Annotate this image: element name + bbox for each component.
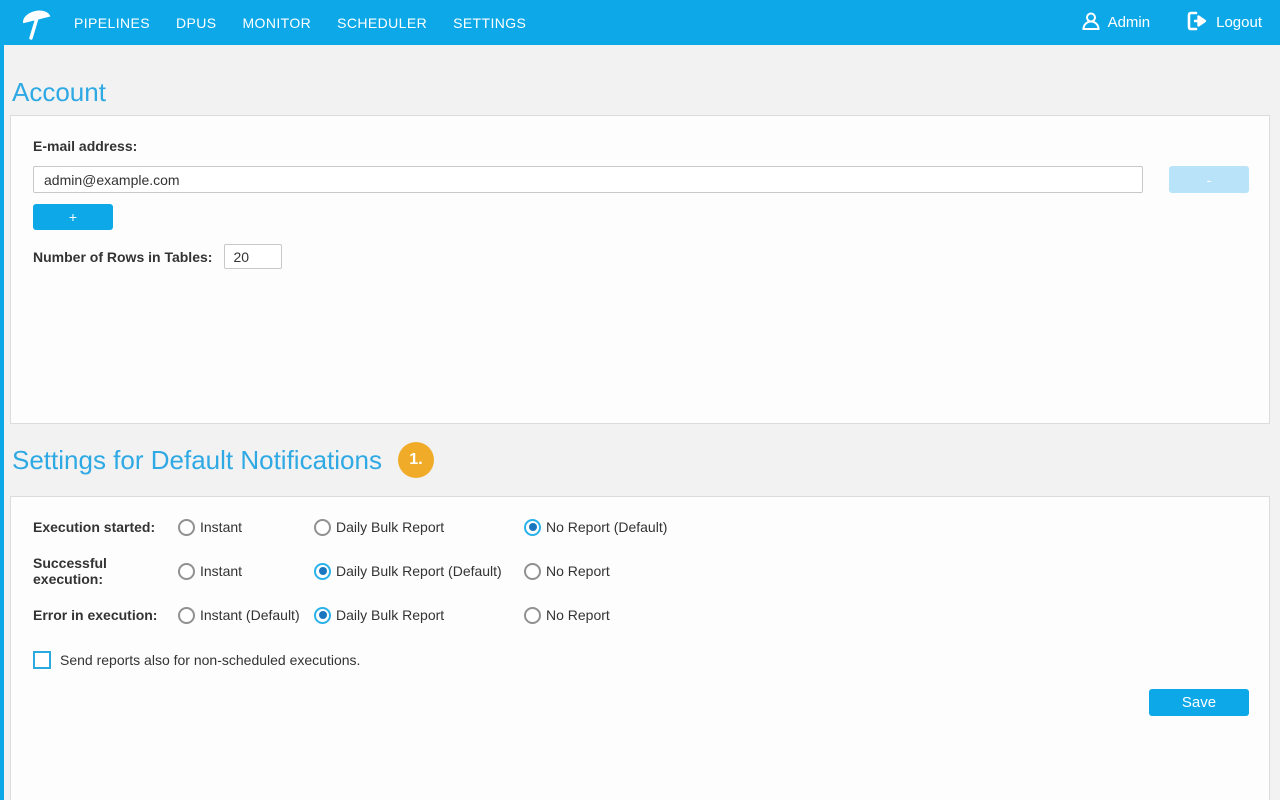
- nav-item-dpus[interactable]: DPUS: [176, 15, 217, 31]
- radio-icon: [178, 563, 195, 580]
- row-label: Successful execution:: [33, 555, 178, 587]
- nav-item-settings[interactable]: SETTINGS: [453, 15, 526, 31]
- rows-in-tables-label: Number of Rows in Tables:: [33, 249, 212, 265]
- logout-icon: [1186, 10, 1210, 36]
- user-icon: [1080, 10, 1102, 36]
- radio-option-instant[interactable]: Instant (Default): [178, 607, 314, 624]
- radio-icon: [314, 607, 331, 624]
- radio-option-daily-bulk[interactable]: Daily Bulk Report (Default): [314, 563, 524, 580]
- notification-row-execution-started: Execution started: Instant Daily Bulk Re…: [33, 517, 1249, 537]
- radio-icon: [524, 519, 541, 536]
- add-email-button[interactable]: +: [33, 204, 113, 230]
- radio-icon: [178, 607, 195, 624]
- step-badge: 1.: [398, 442, 434, 478]
- nav-item-pipelines[interactable]: PIPELINES: [74, 15, 150, 31]
- radio-icon: [314, 519, 331, 536]
- radio-option-daily-bulk[interactable]: Daily Bulk Report: [314, 519, 524, 536]
- radio-option-no-report[interactable]: No Report: [524, 607, 610, 624]
- page-content: Account E-mail address: - + Number of Ro…: [0, 45, 1280, 800]
- email-input[interactable]: [33, 166, 1143, 193]
- radio-icon: [178, 519, 195, 536]
- top-navigation-bar: PIPELINES DPUS MONITOR SCHEDULER SETTING…: [0, 0, 1280, 45]
- checkbox-label: Send reports also for non-scheduled exec…: [60, 652, 360, 668]
- notifications-section-title: Settings for Default Notifications 1.: [12, 438, 1280, 482]
- notification-row-error-in-execution: Error in execution: Instant (Default) Da…: [33, 605, 1249, 625]
- user-menu[interactable]: Admin: [1080, 10, 1151, 36]
- row-label: Error in execution:: [33, 607, 178, 623]
- remove-email-button[interactable]: -: [1169, 166, 1249, 193]
- rows-in-tables-input[interactable]: [224, 244, 282, 269]
- notification-row-successful-execution: Successful execution: Instant Daily Bulk…: [33, 561, 1249, 581]
- logout-button[interactable]: Logout: [1186, 10, 1262, 36]
- radio-option-no-report[interactable]: No Report: [524, 563, 610, 580]
- save-button[interactable]: Save: [1149, 689, 1249, 716]
- radio-icon: [524, 607, 541, 624]
- logout-label: Logout: [1216, 14, 1262, 31]
- notifications-panel: Execution started: Instant Daily Bulk Re…: [10, 496, 1270, 800]
- radio-option-instant[interactable]: Instant: [178, 563, 314, 580]
- row-label: Execution started:: [33, 519, 178, 535]
- user-label: Admin: [1108, 14, 1151, 31]
- radio-icon: [314, 563, 331, 580]
- notifications-title-text: Settings for Default Notifications: [12, 445, 382, 476]
- checkbox-icon[interactable]: [33, 651, 51, 669]
- nav-item-scheduler[interactable]: SCHEDULER: [337, 15, 427, 31]
- radio-icon: [524, 563, 541, 580]
- account-title-text: Account: [12, 77, 106, 108]
- email-label: E-mail address:: [33, 138, 1249, 154]
- radio-option-daily-bulk[interactable]: Daily Bulk Report: [314, 607, 524, 624]
- account-section-title: Account: [12, 45, 1280, 115]
- main-nav: PIPELINES DPUS MONITOR SCHEDULER SETTING…: [74, 15, 526, 31]
- account-panel: E-mail address: - + Number of Rows in Ta…: [10, 115, 1270, 424]
- nav-item-monitor[interactable]: MONITOR: [242, 15, 311, 31]
- app-logo-icon[interactable]: [16, 3, 56, 43]
- radio-option-no-report[interactable]: No Report (Default): [524, 519, 667, 536]
- non-scheduled-reports-option[interactable]: Send reports also for non-scheduled exec…: [33, 650, 1249, 670]
- radio-option-instant[interactable]: Instant: [178, 519, 314, 536]
